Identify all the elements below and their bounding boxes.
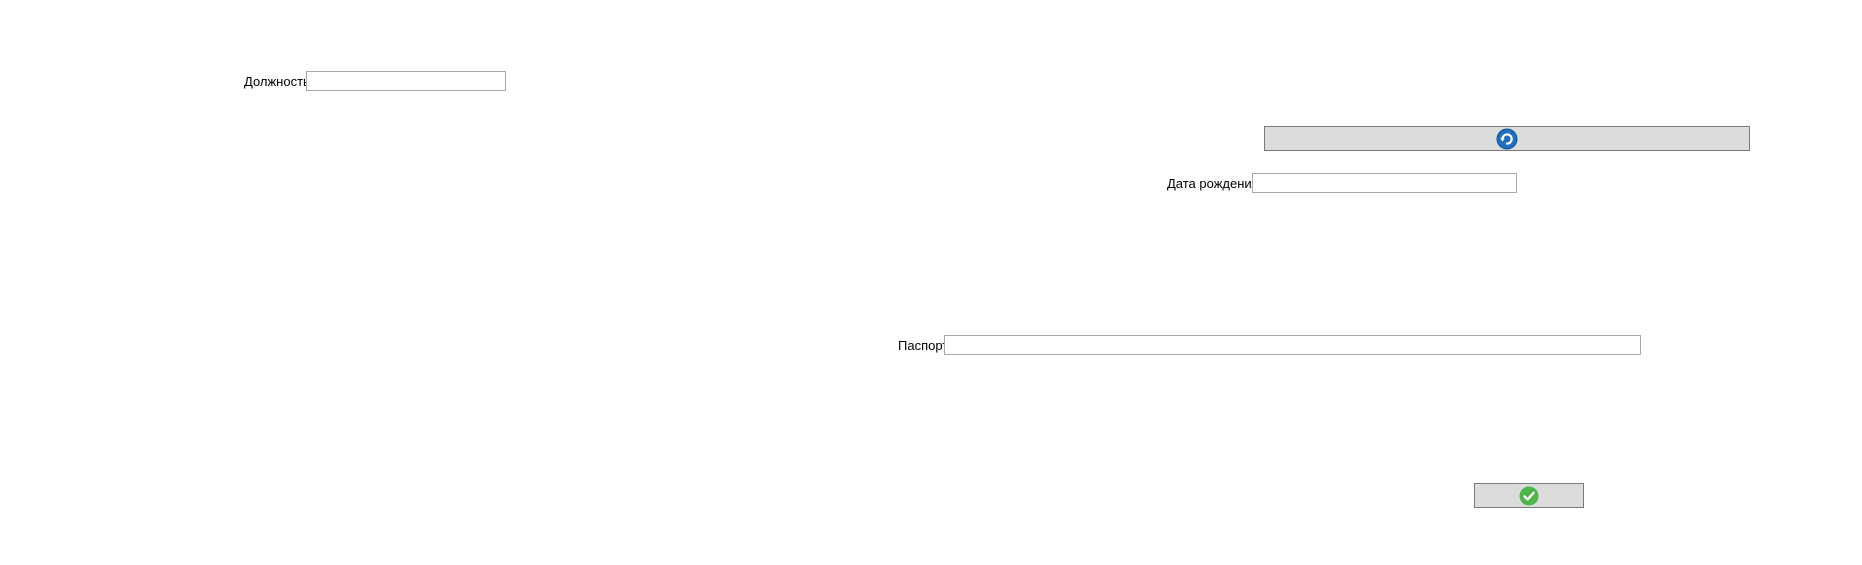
refresh-icon (1496, 128, 1518, 150)
refresh-button[interactable] (1264, 126, 1750, 151)
confirm-button[interactable] (1474, 483, 1584, 508)
passport-label: Паспорт (898, 338, 949, 353)
form-canvas: Должность Дата рождения Паспорт (0, 0, 1862, 565)
position-input[interactable] (306, 71, 506, 91)
passport-input[interactable] (944, 335, 1641, 355)
checkmark-icon (1519, 486, 1539, 506)
birthdate-label: Дата рождения (1167, 176, 1259, 191)
position-label: Должность (244, 74, 310, 89)
birthdate-input[interactable] (1252, 173, 1517, 193)
